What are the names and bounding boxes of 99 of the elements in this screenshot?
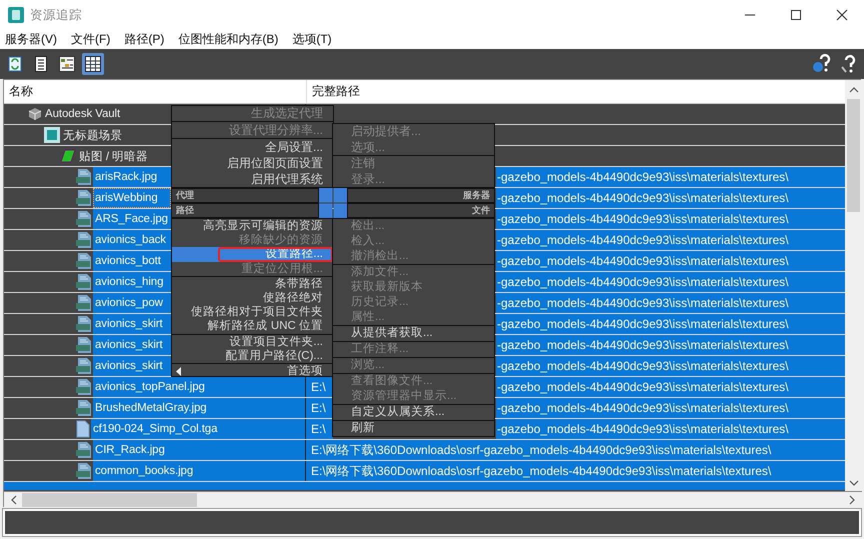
path-cell: E:\	[306, 377, 333, 397]
file-name[interactable]: common_books.jpg	[93, 461, 305, 481]
path-cell: -gazebo_models-4b4490dc9e93\iss\materials\textures\	[496, 356, 845, 376]
image-file-icon	[76, 399, 92, 417]
tree-view-icon	[59, 56, 75, 72]
menu-item[interactable]: 自定义从属关系...	[333, 405, 494, 420]
menu-item[interactable]: 服务器(V)	[5, 31, 57, 48]
file-name[interactable]: avionics_pow	[93, 293, 171, 313]
image-file-icon	[76, 357, 92, 375]
file-name[interactable]: avionics_skirt	[93, 314, 171, 334]
cube-icon	[28, 107, 42, 121]
file-name[interactable]: BrushedMetalGray.jpg	[93, 398, 305, 418]
menu-item[interactable]: 路径(P)	[124, 31, 164, 48]
image-file-icon	[76, 336, 92, 354]
menu-item[interactable]: 条带路径	[172, 276, 333, 291]
file-name[interactable]: ARS_Face.jpg	[93, 209, 171, 229]
path-cell: E:\	[306, 398, 333, 418]
image-file-icon	[76, 273, 92, 291]
path-cell: -gazebo_models-4b4490dc9e93\iss\materials\textures\	[496, 335, 845, 355]
scroll-down-icon[interactable]	[848, 479, 858, 487]
vertical-scrollbar[interactable]	[845, 80, 862, 491]
file-name[interactable]: arisWebbing	[93, 188, 171, 208]
path-cell: -gazebo_models-4b4490dc9e93\iss\materials\textures\	[496, 398, 845, 418]
path-cell: -gazebo_models-4b4490dc9e93\iss\materials\textures\	[496, 419, 845, 439]
menu-item[interactable]: 全局设置...	[172, 139, 333, 155]
image-file-icon	[76, 315, 92, 333]
close-icon[interactable]	[836, 9, 848, 21]
menu-item[interactable]: 配置用户路径(C)...	[172, 348, 333, 363]
path-cell: E:\	[306, 419, 333, 439]
path-cell: E:\网络下载\360Downloads\osrf-gazebo_models-4b4490dc9e93\iss\materials\textures\	[306, 440, 845, 460]
path-cell: -gazebo_models-4b4490dc9e93\iss\materials\textures\	[496, 188, 845, 208]
file-name[interactable]: avionics_back	[93, 230, 171, 250]
menu-item[interactable]: 从提供者获取...	[333, 326, 494, 341]
image-file-icon	[76, 231, 92, 249]
quadrant-title: 代理	[174, 189, 195, 202]
path-cell: -gazebo_models-4b4490dc9e93\iss\materials\textures\	[496, 230, 845, 250]
image-file-icon	[76, 462, 92, 480]
file-name[interactable]: Autodesk Vault	[43, 104, 122, 124]
image-file-icon	[76, 252, 92, 270]
menu-item[interactable]: 文件(F)	[71, 31, 110, 48]
path-cell: -gazebo_models-4b4490dc9e93\iss\materials\textures\	[496, 377, 845, 397]
path-cell: -gazebo_models-4b4490dc9e93\iss\materials\textures\	[496, 209, 845, 229]
file-name[interactable]: avionics_skirt	[93, 335, 171, 355]
submenu-arrow-icon	[176, 366, 181, 376]
path-cell: -gazebo_models-4b4490dc9e93\iss\materials\textures\	[496, 293, 845, 313]
file-name[interactable]: 无标题场景	[61, 125, 125, 145]
image-file-icon	[76, 210, 92, 228]
menu-item[interactable]: 高亮显示可编辑的资源	[172, 219, 333, 234]
scroll-right-icon[interactable]	[848, 495, 856, 505]
menu-item[interactable]: 启用代理系统	[172, 171, 333, 187]
image-file-icon	[76, 189, 92, 207]
file-name[interactable]: avionics_skirt	[93, 356, 171, 376]
maximize-icon[interactable]	[790, 9, 802, 21]
quadrant-title: 文件	[471, 204, 491, 217]
menu-item[interactable]: 位图性能和内存(B)	[178, 31, 278, 48]
menu-item[interactable]: 设置项目文件夹...	[172, 334, 333, 349]
path-cell: -gazebo_models-4b4490dc9e93\iss\materials\textures\	[496, 251, 845, 271]
scene-icon	[44, 127, 60, 143]
scroll-up-icon[interactable]	[848, 86, 858, 94]
image-file-icon	[76, 441, 92, 459]
scroll-thumb[interactable]	[22, 493, 197, 507]
refresh-icon	[8, 56, 22, 72]
image-file-icon	[76, 378, 92, 396]
toolbar-button[interactable]	[82, 53, 104, 75]
column-header[interactable]: 名称	[4, 80, 307, 103]
quadrant-title: 服务器	[462, 189, 491, 202]
quadrant-title: 路径	[175, 204, 195, 217]
image-file-icon	[76, 294, 92, 312]
column-header[interactable]: 完整路径	[307, 80, 360, 103]
menu-item[interactable]: 刷新	[333, 421, 494, 436]
menu-item[interactable]: 首选项	[172, 364, 333, 378]
path-cell: E:\网络下载\360Downloads\osrf-gazebo_models-4b4490dc9e93\iss\materials\textures\	[306, 461, 845, 481]
toolbar-button[interactable]	[56, 53, 78, 75]
path-cell: -gazebo_models-4b4490dc9e93\iss\materials\textures\	[496, 314, 845, 334]
file-name[interactable]: arisRack.jpg	[93, 167, 171, 187]
file-name[interactable]: 贴图 / 明暗器	[77, 146, 150, 166]
path-cell: -gazebo_models-4b4490dc9e93\iss\materials\textures\	[496, 167, 845, 187]
menu-item[interactable]: 选项(T)	[292, 31, 332, 48]
menu-item[interactable]: 解析路径成 UNC 位置	[172, 319, 333, 334]
file-name[interactable]: avionics_bott	[93, 251, 171, 271]
material-icon	[60, 149, 76, 163]
file-name[interactable]: cf190-024_Simp_Col.tga	[91, 419, 305, 439]
menu-item[interactable]: 使路径相对于项目文件夹	[172, 305, 333, 320]
file-name[interactable]: avionics_hing	[93, 272, 171, 292]
scroll-thumb[interactable]	[847, 99, 860, 212]
list-icon	[35, 56, 47, 72]
horizontal-scrollbar[interactable]	[4, 491, 862, 508]
path-cell: -gazebo_models-4b4490dc9e93\iss\materials\textures\	[496, 272, 845, 292]
grid-icon	[85, 56, 101, 72]
file-name[interactable]: avionics_topPanel.jpg	[93, 377, 305, 397]
quad-center-icon	[319, 188, 347, 218]
image-file-icon	[76, 168, 92, 186]
app-icon	[8, 7, 24, 23]
window-title: 资源追踪	[30, 6, 82, 24]
web-help-icon[interactable]	[812, 54, 832, 74]
menu-item[interactable]: 使路径绝对	[172, 290, 333, 306]
scroll-left-icon[interactable]	[10, 495, 18, 505]
menu-item[interactable]: 启用位图页面设置	[172, 155, 333, 171]
file-name[interactable]: CIR_Rack.jpg	[93, 440, 305, 460]
